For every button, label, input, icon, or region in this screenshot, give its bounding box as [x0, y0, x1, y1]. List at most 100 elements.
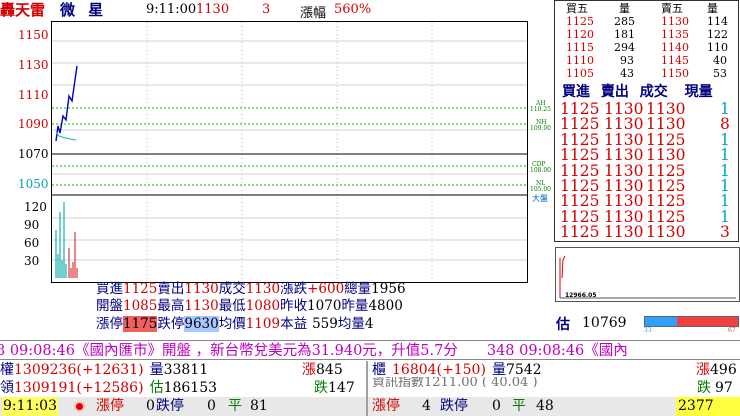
avg-volume-label: 均量	[337, 316, 365, 332]
header-change: 3	[262, 2, 271, 17]
intraday-chart[interactable]	[52, 22, 527, 282]
bid-qty: 43	[620, 67, 634, 80]
otc-vol-label: 量	[491, 362, 506, 378]
taiex-value[interactable]: 1309236	[14, 362, 76, 378]
ratio-bar-right	[677, 317, 738, 326]
bid-qty: 93	[620, 54, 634, 67]
trade-buy: 1125	[560, 223, 600, 242]
sell-label: 賣出	[157, 281, 185, 297]
ask-price: 1140	[661, 41, 689, 54]
ask-qty: 40	[713, 54, 727, 67]
avg-price-value: 1109	[245, 316, 281, 332]
bid-qty: 181	[614, 28, 635, 41]
stock-name[interactable]: 微 星	[60, 0, 107, 20]
avg-price-label: 均價	[218, 316, 246, 332]
trade-qty: 3	[720, 223, 730, 242]
otc-change: (+150)	[436, 362, 486, 378]
otc-down-label: 跌	[697, 380, 711, 396]
price-tick: 1110	[18, 88, 49, 102]
limit-down-count-label: 跌停	[156, 398, 184, 414]
index-down-count-left: 跌147	[314, 379, 355, 397]
ask-qty: 122	[707, 28, 728, 41]
bid-price: 1125	[566, 15, 594, 28]
otc-up-label: 漲	[696, 362, 710, 378]
open-label: 開盤	[96, 298, 123, 314]
estimate-label: 估	[556, 317, 570, 333]
trade-deal: 1130	[646, 223, 686, 242]
ratio-bar	[644, 316, 739, 327]
otc-label: 櫃	[372, 362, 386, 378]
lead-label: 領	[0, 380, 14, 396]
flat-count: 81	[250, 398, 268, 414]
avg-volume-value: 4	[364, 316, 374, 332]
taiex-label: 權	[0, 362, 14, 378]
nh-value: 109.00	[530, 125, 551, 132]
otc-limit-down-label: 跌停	[440, 398, 468, 414]
limit-up-count-label: 漲停	[96, 398, 124, 414]
total-volume-value: 1956	[371, 281, 406, 297]
otc-down-value: 97	[715, 380, 733, 396]
news-ticker-text[interactable]: 8 09:08:46《國內匯市》開盤 ，新台幣兌美元為31.940元，升值5.7…	[0, 341, 628, 359]
prev-volume-label: 昨量	[341, 298, 369, 314]
otc-value[interactable]: 16804	[392, 362, 437, 378]
price-tick: 1090	[18, 117, 49, 131]
flat-count-label: 平	[228, 398, 242, 414]
price-tick: 1070	[18, 147, 49, 161]
bid5-header: 買五	[566, 2, 588, 15]
price-tick: 1130	[18, 58, 49, 72]
taiex-vol-value: 33811	[163, 362, 209, 378]
nl-value: 105.00	[530, 186, 551, 193]
prev-close-value: 1070	[307, 298, 342, 314]
ratio-left-value: 33	[644, 327, 652, 334]
high-label: 最高	[157, 298, 185, 314]
index-row-1-left: 權1309236(+12631) 量33811	[0, 361, 208, 379]
bid-price: 1115	[566, 41, 594, 54]
deal-value: 1130	[245, 281, 281, 297]
up-value: 845	[316, 362, 343, 378]
estimate-value: 10769	[582, 315, 627, 331]
trades-header: 買進 賣出 成交 現量	[562, 84, 713, 101]
estimate-vol-value: 186153	[163, 380, 218, 396]
down-label: 跌	[314, 380, 328, 396]
otc-down-count: 跌 97	[697, 379, 733, 397]
stats-row-1: 買進1125賣出1130成交1130漲跌+600總量1956	[96, 281, 406, 297]
otc-flat-label: 平	[512, 398, 526, 414]
header-pct-label: 漲幅	[300, 6, 327, 21]
ratio-right-value: 67	[728, 327, 736, 334]
trade-sell-header: 賣出	[600, 84, 629, 100]
change-value: +600	[307, 281, 345, 297]
otc-limit-up-count: 4	[422, 398, 431, 414]
estimate-vol-label: 估	[149, 380, 164, 396]
bottom-status-left: 9:11:03 漲停 0 跌停 0 平 81	[0, 397, 366, 416]
ask-price: 1135	[661, 28, 689, 41]
cdp-value: 108.00	[530, 167, 551, 174]
pe-value: 559	[312, 316, 338, 332]
limit-down-label: 跌停	[157, 316, 185, 332]
trade-buy-header: 買進	[562, 84, 590, 100]
index-row-2-right: 資訊指數1211.00 ( 40.04 )	[372, 377, 538, 387]
otc-flat-count: 48	[536, 398, 554, 414]
record-dot-icon	[74, 401, 85, 412]
limit-up-count: 0	[146, 398, 155, 414]
price-tick: 1050	[18, 177, 49, 191]
stats-row-3: 漲停1175跌停9630均價1109本益 559均量4	[96, 316, 373, 332]
price-tick: 1150	[18, 28, 49, 42]
trade-list[interactable]: 1125 1130 1130 1 1125 1130 1130 8 1125 1130 1125 1 1…	[560, 101, 740, 242]
total-volume-label: 總量	[344, 281, 372, 297]
open-value: 1085	[123, 298, 158, 314]
ratio-bar-left	[645, 317, 677, 326]
ask-price: 1145	[661, 54, 689, 67]
bid-qty: 294	[614, 41, 635, 54]
lead-value[interactable]: 1309191	[14, 380, 76, 396]
limit-up-value: 1175	[123, 316, 158, 332]
prev-close-label: 昨收	[280, 298, 308, 314]
trade-deal-header: 成交	[639, 84, 668, 100]
bid-price: 1110	[566, 54, 594, 67]
trade-qty-header: 現量	[684, 84, 713, 100]
pe-label: 本益	[280, 316, 308, 332]
ah-value: 110.25	[530, 106, 551, 113]
change-label: 漲跌	[280, 281, 308, 297]
bottom-status-right: 漲停 4 跌停 0 平 48 2377	[368, 397, 740, 416]
volume-tick: 30	[24, 254, 40, 268]
ask-qty: 53	[713, 67, 727, 80]
